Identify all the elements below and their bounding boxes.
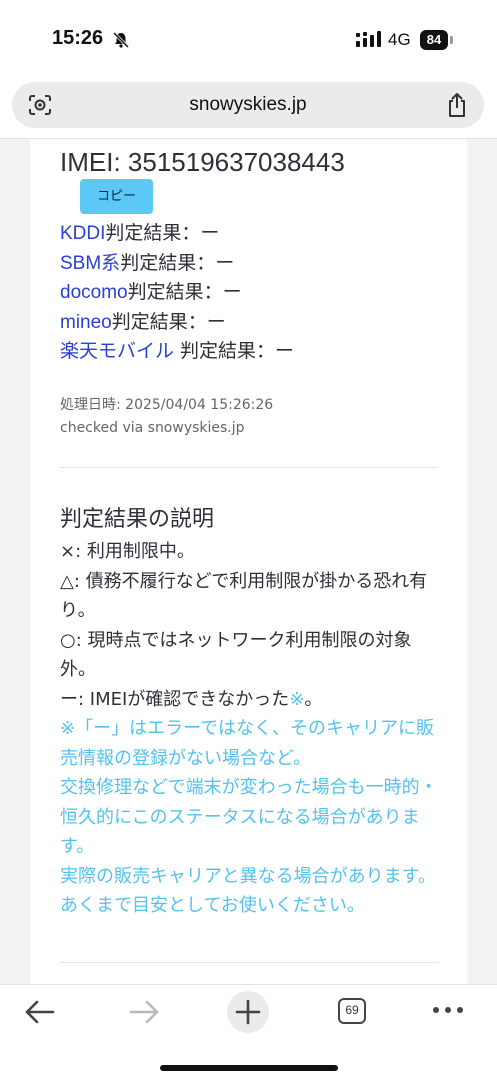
legend-line-circle: ○: 現時点ではネットワーク利用制限の対象外。 [60,629,412,681]
legend-dash-mark: ※ [289,688,305,710]
result-row-kddi: KDDI判定結果：ー [60,219,294,249]
legend-line-triangle: △: 債務不履行などで利用制限が掛かる恐れ有り。 [60,570,428,622]
url-text: snowyskies.jp [189,94,307,115]
carrier-link-sbm[interactable]: SBM系 [60,253,120,274]
status-bar: 15:26 4G 84 [0,0,497,76]
legend-line-dash: ー: IMEIが確認できなかった※。 [60,685,438,715]
carrier-link-mineo[interactable]: mineo [60,312,112,333]
carrier-results: KDDI判定結果：ー SBM系判定結果：ー docomo判定結果：ー mineo… [60,219,294,367]
share-icon[interactable] [446,92,468,118]
legend-dash-text: ー: IMEIが確認できなかった [60,688,290,710]
tab-switcher-button[interactable]: 69 [338,998,366,1024]
more-options-icon[interactable] [432,1005,464,1015]
checked-via: checked via snowyskies.jp [60,420,245,436]
address-bar[interactable]: snowyskies.jp [12,82,484,128]
battery-level: 84 [420,30,448,50]
legend-note-1: ※「ー」はエラーではなく、そのキャリアに販売情報の登録がない場合など。 [60,718,434,769]
new-tab-plus-icon[interactable] [226,990,270,1034]
section-divider [60,467,438,468]
carrier-link-kddi[interactable]: KDDI [60,223,105,244]
processing-meta: 処理日時: 2025/04/04 15:26:26 checked via sn… [60,394,273,440]
legend-title: 判定結果の説明 [60,507,215,532]
copy-button[interactable]: コピー [80,179,153,214]
result-row-rakuten: 楽天モバイル 判定結果：ー [60,337,294,367]
back-arrow-icon[interactable] [24,997,56,1027]
address-bar-container: snowyskies.jp [0,76,497,139]
page-content: IMEI: 351519637038443 コピー KDDI判定結果：ー SBM… [0,139,497,984]
status-time: 15:26 [52,27,104,49]
carrier-link-docomo[interactable]: docomo [60,282,128,303]
section-divider [60,962,438,963]
result-value: 判定結果：ー [111,310,226,333]
legend-note-3: 実際の販売キャリアと異なる場合があります。あくまで目安としてお使いください。 [60,865,436,917]
result-value: 判定結果：ー [174,340,295,362]
result-value: 判定結果：ー [105,222,220,244]
cellular-signal-icon [356,31,381,47]
legend-dash-end: 。 [304,688,323,710]
forward-arrow-icon[interactable] [128,997,160,1027]
home-indicator[interactable] [160,1065,338,1071]
result-value: 判定結果：ー [127,281,242,303]
legend-note-2: 交換修理などで端末が変わった場合も一時的・恒久的にこのステータスになる場合があり… [60,777,438,857]
processed-time: 処理日時: 2025/04/04 15:26:26 [60,397,274,413]
legend-body: ×: 利用制限中。 △: 債務不履行などで利用制限が掛かる恐れ有り。 ○: 現時… [60,537,438,921]
battery-cap-icon [450,36,453,44]
carrier-link-rakuten[interactable]: 楽天モバイル [60,341,174,362]
result-row-docomo: docomo判定結果：ー [60,278,294,308]
network-type: 4G [388,30,411,49]
legend-line-cross: ×: 利用制限中。 [60,541,195,562]
result-value: 判定結果：ー [120,251,235,274]
result-row-sbm: SBM系判定結果：ー [60,249,294,279]
result-row-mineo: mineo判定結果：ー [60,308,294,338]
bell-muted-icon [112,31,130,49]
result-card: IMEI: 351519637038443 コピー KDDI判定結果：ー SBM… [30,139,467,984]
imei-number: IMEI: 351519637038443 [60,147,345,177]
